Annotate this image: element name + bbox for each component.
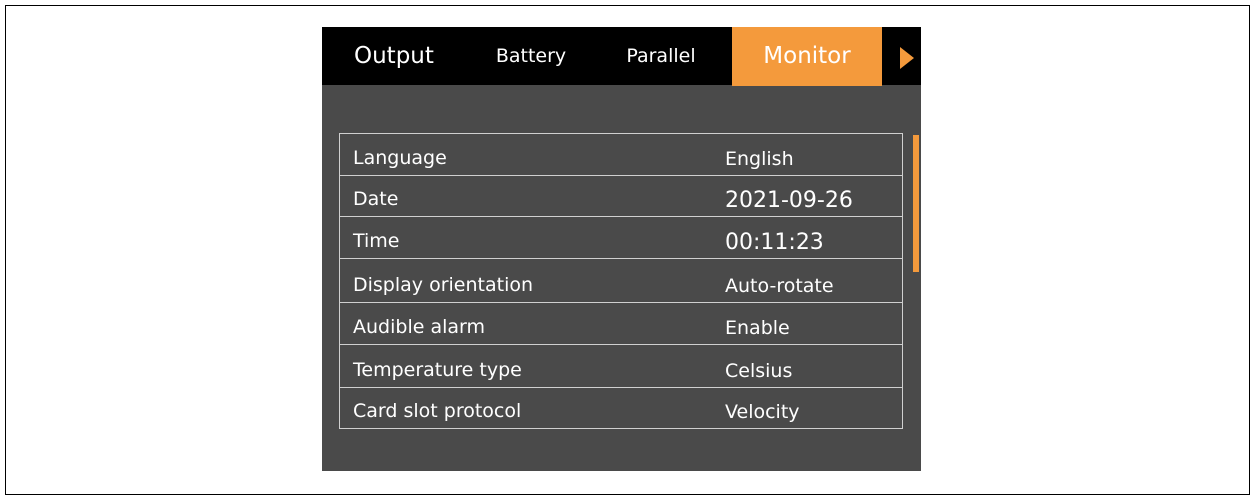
right-arrow-icon[interactable]: [900, 47, 914, 69]
setting-label: Date: [353, 188, 399, 210]
setting-value[interactable]: Celsius: [725, 360, 792, 382]
setting-value[interactable]: Velocity: [725, 401, 800, 423]
settings-list: Language English Date 2021-09-26 Time 00…: [339, 133, 903, 429]
setting-value[interactable]: Enable: [725, 317, 790, 339]
setting-row-card-slot-protocol[interactable]: Card slot protocol Velocity: [340, 388, 902, 428]
setting-row-date[interactable]: Date 2021-09-26: [340, 176, 902, 217]
setting-label: Temperature type: [353, 359, 522, 381]
setting-row-language[interactable]: Language English: [340, 134, 902, 176]
setting-label: Time: [353, 230, 400, 252]
setting-row-audible-alarm[interactable]: Audible alarm Enable: [340, 303, 902, 345]
tab-battery[interactable]: Battery: [486, 27, 576, 85]
setting-value[interactable]: Auto-rotate: [725, 275, 834, 297]
setting-row-display-orientation[interactable]: Display orientation Auto-rotate: [340, 259, 902, 303]
setting-label: Display orientation: [353, 274, 534, 296]
monitor-settings-screen: Output Battery Parallel Monitor Language…: [322, 27, 921, 471]
tab-monitor[interactable]: Monitor: [732, 27, 882, 86]
setting-row-temperature-type[interactable]: Temperature type Celsius: [340, 345, 902, 388]
setting-value[interactable]: 00:11:23: [725, 230, 824, 255]
setting-label: Card slot protocol: [353, 400, 522, 422]
setting-value[interactable]: 2021-09-26: [725, 188, 853, 213]
setting-label: Audible alarm: [353, 316, 485, 338]
tab-output[interactable]: Output: [354, 27, 450, 85]
tab-bar: Output Battery Parallel Monitor: [322, 27, 921, 86]
setting-row-time[interactable]: Time 00:11:23: [340, 217, 902, 259]
scrollbar-thumb[interactable]: [913, 135, 919, 272]
setting-label: Language: [353, 147, 447, 169]
tab-parallel[interactable]: Parallel: [618, 27, 704, 85]
setting-value[interactable]: English: [725, 148, 794, 170]
